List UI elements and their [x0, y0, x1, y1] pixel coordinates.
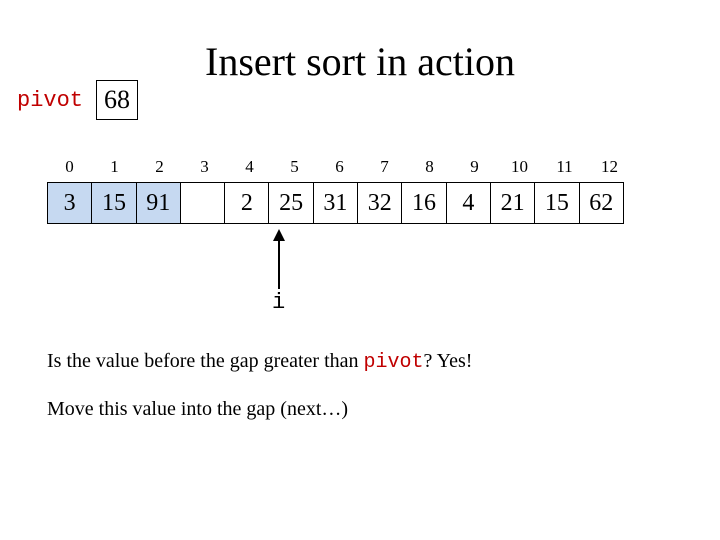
array-index: 0: [47, 157, 92, 177]
caption-1-pre: Is the value before the gap greater than: [47, 350, 364, 372]
array-index: 4: [227, 157, 272, 177]
pivot-box: 68: [96, 80, 138, 120]
array-row: 315912253132164211562: [47, 182, 624, 224]
array-cell: 62: [579, 182, 624, 224]
array-cell: 31: [313, 182, 357, 224]
array-index: 2: [137, 157, 182, 177]
array-index: 1: [92, 157, 137, 177]
array-cell: 16: [401, 182, 445, 224]
array-cell: 2: [224, 182, 268, 224]
array-cell: 15: [91, 182, 135, 224]
caption-line-1: Is the value before the gap greater than…: [47, 350, 680, 374]
array-index: 8: [407, 157, 452, 177]
array-cell: 21: [490, 182, 534, 224]
index-row: 0123456789101112: [47, 157, 632, 177]
caption-1-pivot-keyword: pivot: [364, 351, 424, 374]
array-index: 9: [452, 157, 497, 177]
arrow-up-icon: [271, 229, 287, 295]
array-cell: 91: [136, 182, 180, 224]
array-cell: 3: [47, 182, 91, 224]
array-cell: 32: [357, 182, 401, 224]
array-cell: 4: [446, 182, 490, 224]
array-index: 6: [317, 157, 362, 177]
pivot-label: pivot: [17, 88, 83, 113]
array-index: 3: [182, 157, 227, 177]
caption-1-post: ? Yes!: [424, 350, 473, 372]
slide: Insert sort in action pivot 68 012345678…: [0, 0, 720, 540]
caption-line-2: Move this value into the gap (next…): [47, 398, 680, 421]
array-cell: 15: [534, 182, 578, 224]
array-index: 5: [272, 157, 317, 177]
array-index: 11: [542, 157, 587, 177]
slide-title: Insert sort in action: [0, 38, 720, 85]
array-index: 12: [587, 157, 632, 177]
array-cell: 25: [268, 182, 312, 224]
array-index: 10: [497, 157, 542, 177]
i-label: i: [272, 290, 285, 315]
array-index: 7: [362, 157, 407, 177]
array-cell-gap: [180, 182, 224, 224]
